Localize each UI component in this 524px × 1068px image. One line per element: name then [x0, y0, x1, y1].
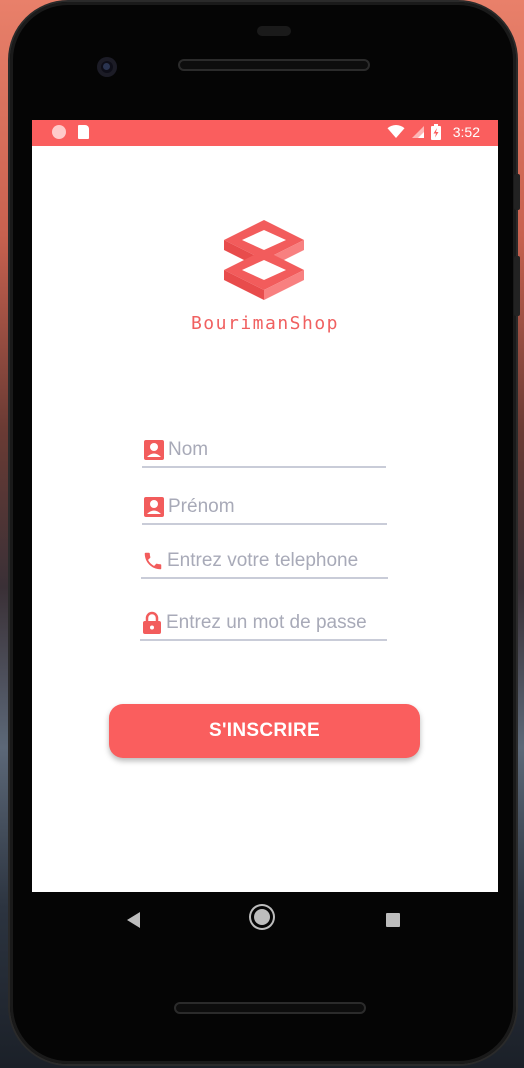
password-placeholder: Entrez un mot de passe [166, 612, 367, 633]
top-speaker [178, 59, 370, 71]
signup-button[interactable]: S'INSCRIRE [109, 704, 420, 758]
brand-logo-icon [224, 220, 304, 300]
battery-charging-icon [430, 124, 441, 140]
sd-card-icon [78, 125, 89, 139]
recent-apps-icon[interactable] [386, 913, 400, 927]
password-field[interactable]: Entrez un mot de passe [140, 607, 387, 641]
back-icon[interactable] [127, 912, 140, 928]
brand-name: BourimanShop [190, 313, 340, 334]
telephone-field[interactable]: Entrez votre telephone [141, 545, 388, 579]
signal-icon [411, 126, 424, 138]
clock: 3:52 [452, 124, 480, 140]
nom-field[interactable]: Nom [142, 434, 386, 468]
nom-placeholder: Nom [168, 439, 209, 460]
earpiece-notch [257, 26, 291, 36]
power-button [514, 174, 520, 210]
home-icon[interactable] [254, 909, 270, 925]
bottom-speaker [174, 1002, 366, 1014]
app-screen: 3:52 BourimanShop Nom Prénom Entrez votr… [32, 120, 498, 892]
telephone-placeholder: Entrez votre telephone [167, 550, 359, 571]
system-nav-bar [32, 892, 498, 948]
prenom-placeholder: Prénom [168, 496, 235, 517]
wifi-icon [387, 125, 405, 138]
phone-icon [141, 549, 165, 573]
prenom-field[interactable]: Prénom [142, 491, 387, 525]
volume-button [514, 256, 520, 316]
notification-dot-icon [52, 125, 66, 139]
lock-icon [140, 611, 164, 635]
person-icon [142, 495, 166, 519]
front-camera-icon [97, 57, 117, 77]
status-bar: 3:52 [32, 120, 498, 146]
person-icon [142, 438, 166, 462]
